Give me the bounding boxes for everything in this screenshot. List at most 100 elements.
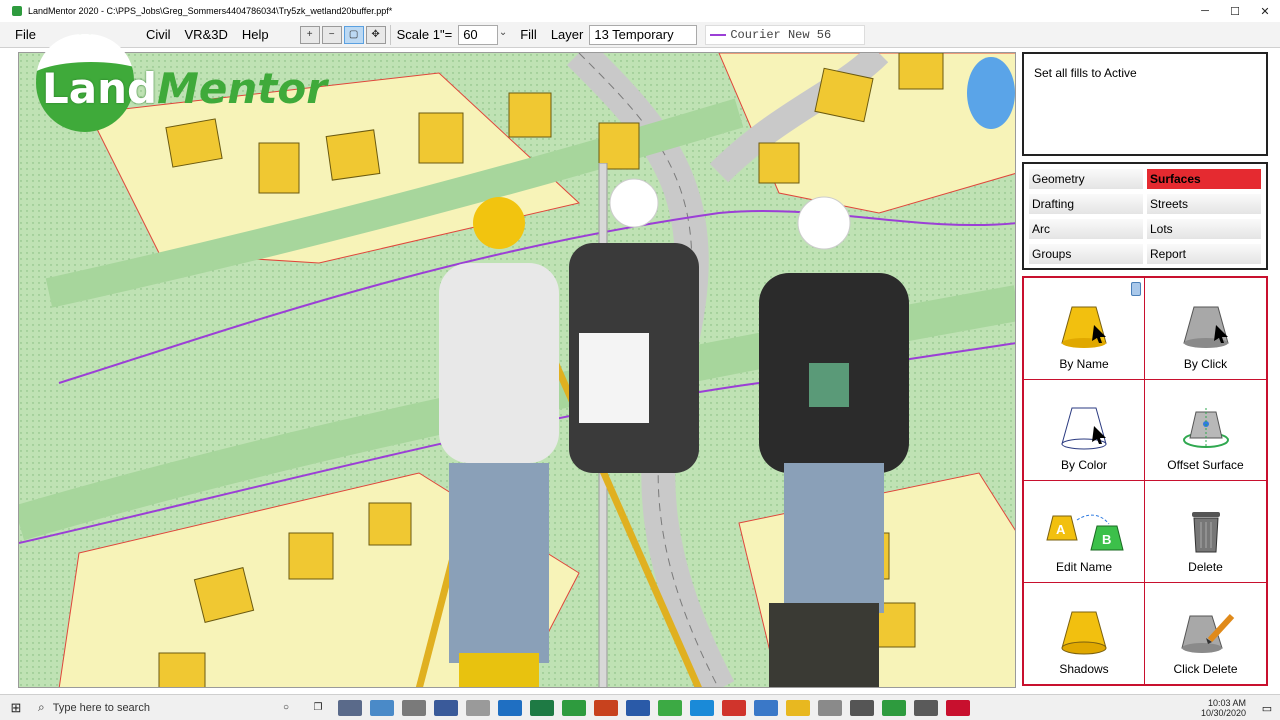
tool-edit-name[interactable]: A B Edit Name — [1024, 481, 1145, 583]
panel-scroll-thumb[interactable] — [1131, 282, 1141, 296]
search-icon: ⌕ — [38, 700, 45, 714]
surface-tools-panel: By Name By Click By Color Offset Surface… — [1022, 276, 1268, 686]
rename-a-b-icon: A B — [1039, 506, 1129, 556]
hard-hat — [473, 197, 525, 249]
layer-label: Layer — [550, 27, 584, 42]
person-jeans — [784, 463, 884, 613]
label-a: A — [1056, 522, 1066, 537]
pencil-cone-icon — [1176, 608, 1236, 658]
tool-by-color[interactable]: By Color — [1024, 379, 1145, 481]
category-surfaces[interactable]: Surfaces — [1147, 169, 1261, 189]
person-hoodie — [439, 263, 559, 463]
zoom-pan-icon[interactable]: ✥ — [365, 25, 386, 44]
app-icon[interactable] — [850, 699, 874, 716]
landmentor-icon[interactable] — [562, 699, 586, 716]
info-text: Set all fills to Active — [1034, 66, 1137, 80]
tool-by-name[interactable]: By Name — [1024, 278, 1145, 380]
windows-taskbar: ⊞ ⌕ Type here to search ○ ❐ 10:03 AM 10/… — [0, 694, 1280, 720]
tool-offset-surface[interactable]: Offset Surface — [1145, 380, 1266, 481]
zoom-out-icon[interactable]: − — [321, 25, 342, 44]
app-icon[interactable] — [722, 699, 746, 716]
task-view-icon[interactable]: ❐ — [306, 700, 330, 716]
tool-delete[interactable]: Delete — [1145, 481, 1266, 583]
file-explorer-icon[interactable] — [786, 699, 810, 716]
surveyor-photo-overlay — [399, 163, 919, 687]
edge-icon[interactable] — [690, 699, 714, 716]
excel-icon[interactable] — [530, 699, 554, 716]
scale-label: Scale 1"= — [396, 27, 453, 42]
windows-start-icon[interactable]: ⊞ — [0, 695, 32, 720]
app-icon[interactable] — [370, 699, 394, 716]
line-color-swatch — [710, 33, 727, 36]
tool-shadows[interactable]: Shadows — [1024, 582, 1145, 684]
logo-text: LandMentor — [42, 64, 327, 113]
trash-can-icon — [1176, 506, 1236, 556]
maximize-button[interactable]: ☐ — [1220, 0, 1250, 22]
tool-by-click[interactable]: By Click — [1145, 278, 1266, 380]
category-streets[interactable]: Streets — [1147, 194, 1261, 214]
category-geometry[interactable]: Geometry — [1029, 169, 1143, 189]
tool-label: Delete — [1188, 559, 1223, 574]
app-icon[interactable] — [818, 699, 842, 716]
notebook — [809, 363, 849, 407]
app-icon[interactable] — [466, 699, 490, 716]
offset-surface-icon — [1176, 404, 1236, 454]
notification-icon[interactable]: ▭ — [1254, 702, 1280, 715]
clock[interactable]: 10:03 AM 10/30/2020 — [1193, 698, 1254, 718]
layer-select[interactable]: 13 Temporary — [589, 24, 698, 45]
category-groups[interactable]: Groups — [1029, 244, 1143, 264]
app-icon[interactable] — [882, 699, 906, 716]
yellow-cone-icon — [1054, 608, 1114, 658]
cortana-icon[interactable]: ○ — [274, 700, 298, 716]
info-panel: Set all fills to Active — [1022, 52, 1268, 156]
zoom-window-icon[interactable]: ▢ — [343, 25, 364, 44]
app-icon — [12, 6, 22, 16]
gray-cone-cursor-icon — [1176, 303, 1236, 353]
tool-label: By Color — [1060, 458, 1107, 472]
search-placeholder: Type here to search — [52, 701, 150, 714]
tool-label: Shadows — [1059, 662, 1109, 676]
tool-label: Click Delete — [1173, 662, 1238, 676]
tool-label: By Name — [1059, 356, 1109, 371]
category-drafting[interactable]: Drafting — [1029, 194, 1143, 214]
app-icon[interactable] — [914, 699, 938, 716]
clipboard-paper — [579, 333, 649, 423]
word-icon[interactable] — [626, 699, 650, 716]
person-boots — [769, 603, 879, 687]
linestyle-select[interactable]: Courier New 56 — [705, 24, 866, 45]
linestyle-label: Courier New 56 — [730, 27, 832, 42]
fill-button[interactable]: Fill — [520, 27, 537, 42]
tool-click-delete[interactable]: Click Delete — [1145, 583, 1266, 685]
app-icon[interactable] — [754, 699, 778, 716]
yellow-cone-cursor-icon — [1054, 303, 1114, 353]
acrobat-icon[interactable] — [946, 699, 970, 716]
clock-time: 10:03 AM — [1207, 698, 1246, 708]
hard-hat — [797, 196, 851, 250]
system-tray: 10:03 AM 10/30/2020 ▭ — [1193, 695, 1280, 720]
pond — [967, 57, 1015, 129]
category-lots[interactable]: Lots — [1147, 219, 1261, 239]
minimize-button[interactable]: ─ — [1190, 0, 1220, 22]
tool-label: By Click — [1183, 356, 1228, 371]
category-panel: Geometry Surfaces Drafting Streets Arc L… — [1022, 162, 1268, 270]
title-bar: LandMentor 2020 - C:\PPS_Jobs\Greg_Somme… — [0, 0, 1280, 22]
tool-label: Offset Surface — [1167, 458, 1244, 472]
app-icon[interactable] — [338, 699, 362, 716]
label-b: B — [1102, 532, 1111, 547]
person-boots — [459, 653, 539, 687]
person-jeans — [449, 463, 549, 663]
tool-label: Edit Name — [1055, 559, 1113, 574]
app-icon[interactable] — [658, 699, 682, 716]
close-button[interactable]: ✕ — [1250, 0, 1280, 22]
scale-select[interactable]: 60 — [458, 24, 507, 45]
outlook-icon[interactable] — [498, 699, 522, 716]
powerpoint-icon[interactable] — [594, 699, 618, 716]
window-controls: ─ ☐ ✕ — [1190, 0, 1280, 22]
app-icon[interactable] — [402, 699, 426, 716]
taskbar-search[interactable]: ⌕ Type here to search — [32, 695, 262, 720]
category-report[interactable]: Report — [1147, 244, 1261, 264]
category-arc[interactable]: Arc — [1029, 219, 1143, 239]
clock-date: 10/30/2020 — [1200, 708, 1246, 718]
map-canvas[interactable] — [18, 52, 1016, 688]
calculator-icon[interactable] — [434, 699, 458, 716]
